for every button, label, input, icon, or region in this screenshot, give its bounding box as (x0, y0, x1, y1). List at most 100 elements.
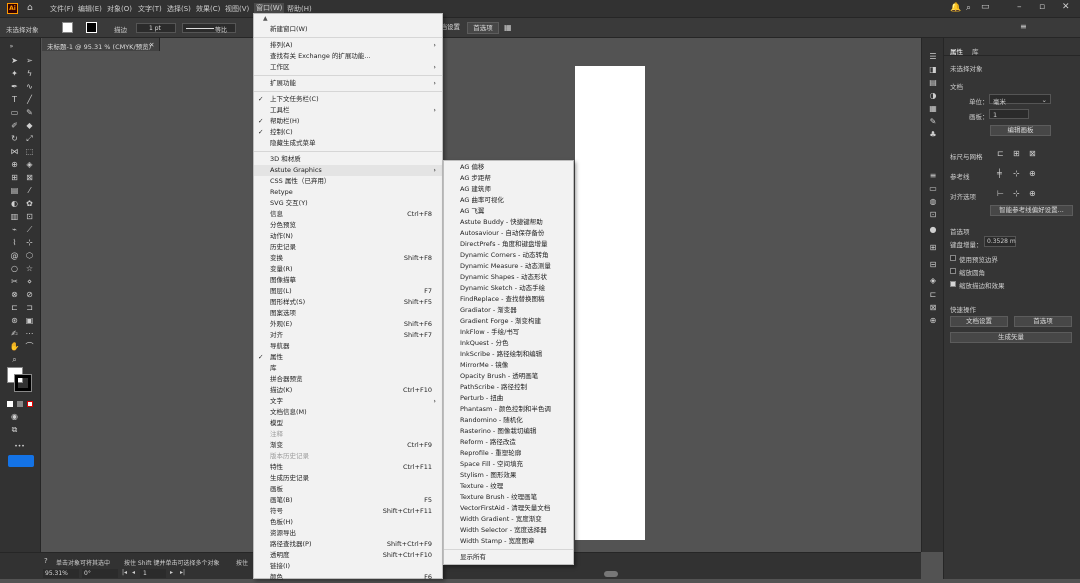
astute-submenu-item[interactable]: Width Gradient - 宽度渐变 (444, 514, 573, 525)
astute-submenu-item[interactable]: AG 偏移 (444, 162, 573, 173)
window-menu-item[interactable]: 链接(I) (254, 561, 442, 572)
snap-point-icon[interactable]: ⊢ (997, 189, 1004, 198)
selection-tool-icon[interactable]: ➤ (9, 56, 20, 66)
astute-submenu-item[interactable]: Gradient Forge - 渐变构建 (444, 316, 573, 327)
menu-select[interactable]: 选择(S) (167, 4, 191, 14)
slice-tool-icon[interactable]: ⌁ (9, 225, 20, 235)
mesh-tool-icon[interactable]: ⊠ (24, 173, 35, 183)
stroke-swatch[interactable] (86, 22, 97, 33)
artboard[interactable] (575, 66, 645, 540)
search-icon[interactable]: ⌕ (966, 3, 971, 13)
rotate-tool-icon[interactable]: ↻ (9, 134, 20, 144)
live-paint-tool-icon[interactable]: ◈ (24, 160, 35, 170)
window-menu-item[interactable]: 画笔(B) F5 (254, 495, 442, 506)
zoom-tool-icon[interactable]: ⌕ (9, 355, 20, 365)
menu-file[interactable]: 文件(F) (50, 4, 74, 14)
window-menu-item[interactable]: 外观(E) Shift+F6 (254, 319, 442, 330)
swatches-panel-icon[interactable]: ▦ (927, 104, 939, 114)
close-icon[interactable]: ✕ (1062, 2, 1070, 12)
panel-menu-icon[interactable]: ≡ (1020, 22, 1027, 31)
menu-edit[interactable]: 编辑(E) (78, 4, 102, 14)
astute-submenu-item[interactable]: PathScribe - 路径控制 (444, 382, 573, 393)
artboards-panel-icon[interactable]: ⊟ (927, 260, 939, 270)
window-menu-item[interactable]: 扩展功能 › (254, 78, 442, 89)
column-graph-tool-icon[interactable]: ▥ (9, 212, 20, 222)
window-menu-item[interactable]: 工作区 › (254, 62, 442, 73)
gradient-panel-icon[interactable]: ▭ (927, 184, 939, 194)
window-menu-item[interactable]: 颜色 F6 (254, 572, 442, 583)
ruler-icon[interactable]: ⊏ (997, 149, 1004, 158)
astute-submenu-item[interactable]: Width Selector - 宽度选择器 (444, 525, 573, 536)
stroke-weight-dropdown[interactable]: 1 pt (136, 23, 176, 33)
rotate-view-tool-icon[interactable]: ⊛ (9, 316, 20, 326)
window-menu-item[interactable]: 文档信息(M) (254, 407, 442, 418)
eyedropper-tool-icon[interactable]: ⁄ (24, 186, 35, 196)
astute-submenu-item[interactable]: FindReplace - 查找替换图稿 (444, 294, 573, 305)
window-menu-item[interactable]: 3D 和材质 (254, 154, 442, 165)
prev-page-icon[interactable]: ◂ (132, 569, 135, 576)
tab-library[interactable]: 库 (972, 46, 979, 56)
tab-properties[interactable]: 属性 (950, 46, 963, 56)
astute-submenu-item[interactable]: VectorFirstAid - 清理矢量文档 (444, 503, 573, 514)
page-number-input[interactable]: 1 (140, 569, 166, 578)
astute-submenu-item[interactable]: InkFlow - 手绘/书写 (444, 327, 573, 338)
paintbrush-tool-icon[interactable]: ✐ (9, 121, 20, 131)
lock-guides-icon[interactable]: ⊹ (1013, 169, 1020, 178)
window-menu-item[interactable]: 描边(K) Ctrl+F10 (254, 385, 442, 396)
smart-guides-icon[interactable]: ⊕ (1029, 169, 1036, 178)
window-menu-item[interactable]: 信息 Ctrl+F8 (254, 209, 442, 220)
astute-submenu-item[interactable]: Opacity Brush - 透明画笔 (444, 371, 573, 382)
last-page-icon[interactable]: ▸| (180, 569, 185, 576)
astute-submenu-item[interactable]: Randomino - 随机化 (444, 415, 573, 426)
window-menu-item[interactable]: ✓ 上下文任务栏(C) (254, 94, 442, 105)
first-page-icon[interactable]: |◂ (122, 569, 127, 576)
snap-pixel-icon[interactable]: ⊕ (1029, 189, 1036, 198)
align-panel-icon[interactable]: ⊏ (927, 290, 939, 300)
blob-brush-tool-icon[interactable]: ✍ (9, 329, 20, 339)
window-menu-item[interactable]: 动作(N) (254, 231, 442, 242)
brush-tool-icon[interactable]: ⌇ (9, 238, 20, 248)
none-mode-icon[interactable] (27, 401, 33, 407)
reshape-tool-icon[interactable]: ⋄ (24, 277, 35, 287)
shape-builder-tool-icon[interactable]: ⊕ (9, 160, 20, 170)
appearance-panel-icon[interactable]: ⊡ (927, 210, 939, 220)
menu-view[interactable]: 视图(V) (225, 4, 249, 14)
astute-submenu-item[interactable]: Dynamic Measure - 动态测量 (444, 261, 573, 272)
astute-submenu-item[interactable]: InkScribe - 路径绘制和编辑 (444, 349, 573, 360)
width-tool-icon[interactable]: ⋈ (9, 147, 20, 157)
pencil-tool-icon[interactable]: ✎ (24, 108, 35, 118)
window-menu-item[interactable]: 资源导出 (254, 528, 442, 539)
document-settings-button[interactable]: 文档设置 (950, 316, 1008, 327)
measure-tool-icon[interactable]: ⊏ (9, 303, 20, 313)
astute-submenu-item[interactable]: AG 建筑师 (444, 184, 573, 195)
window-menu-item[interactable]: 排列(A) › (254, 40, 442, 51)
workspace-icon[interactable]: ▭ (981, 2, 990, 12)
puppet-warp-tool-icon[interactable]: ⊹ (24, 238, 35, 248)
astute-submenu-item[interactable]: Phantasm - 颜色控制和半色调 (444, 404, 573, 415)
window-menu-item[interactable]: ✓ 属性 (254, 352, 442, 363)
smart-guides-preferences-button[interactable]: 智能参考线偏好设置... (990, 205, 1073, 216)
links-panel-icon[interactable]: ◈ (927, 276, 939, 286)
window-menu-item[interactable]: 文字 › (254, 396, 442, 407)
astute-submenu-item[interactable]: MirrorMe - 镜像 (444, 360, 573, 371)
window-menu-item[interactable]: 分色预览 (254, 220, 442, 231)
bell-icon[interactable]: 🔔 (950, 3, 961, 13)
home-icon[interactable]: ⌂ (27, 3, 33, 13)
window-menu-item[interactable]: 图形样式(S) Shift+F5 (254, 297, 442, 308)
zoom-dropdown[interactable]: 95.31% (43, 569, 79, 578)
minimize-icon[interactable]: – (1017, 2, 1022, 12)
astute-submenu-item[interactable]: Gradiator - 渐变器 (444, 305, 573, 316)
asset-export-panel-icon[interactable]: ⊞ (927, 243, 939, 253)
astute-submenu-item[interactable]: Dynamic Shapes - 动态形状 (444, 272, 573, 283)
line-tool-icon[interactable]: ╱ (24, 95, 35, 105)
screen-mode-icon[interactable]: ⧉ (9, 425, 20, 435)
edit-artboard-button[interactable]: 编辑画板 (990, 125, 1051, 136)
type-tool-icon[interactable]: T (9, 95, 20, 105)
doc-settings-button[interactable]: 文档设置 (434, 22, 464, 34)
smooth-tool-icon[interactable]: ⌒ (24, 342, 35, 352)
window-menu-item[interactable]: 库 (254, 363, 442, 374)
collapse-toolbar-icon[interactable]: » (6, 42, 17, 52)
lasso-tool-icon[interactable]: ϟ (24, 69, 35, 79)
blend-tool-icon[interactable]: ◐ (9, 199, 20, 209)
astute-submenu-item[interactable]: Stylism - 图形效果 (444, 470, 573, 481)
